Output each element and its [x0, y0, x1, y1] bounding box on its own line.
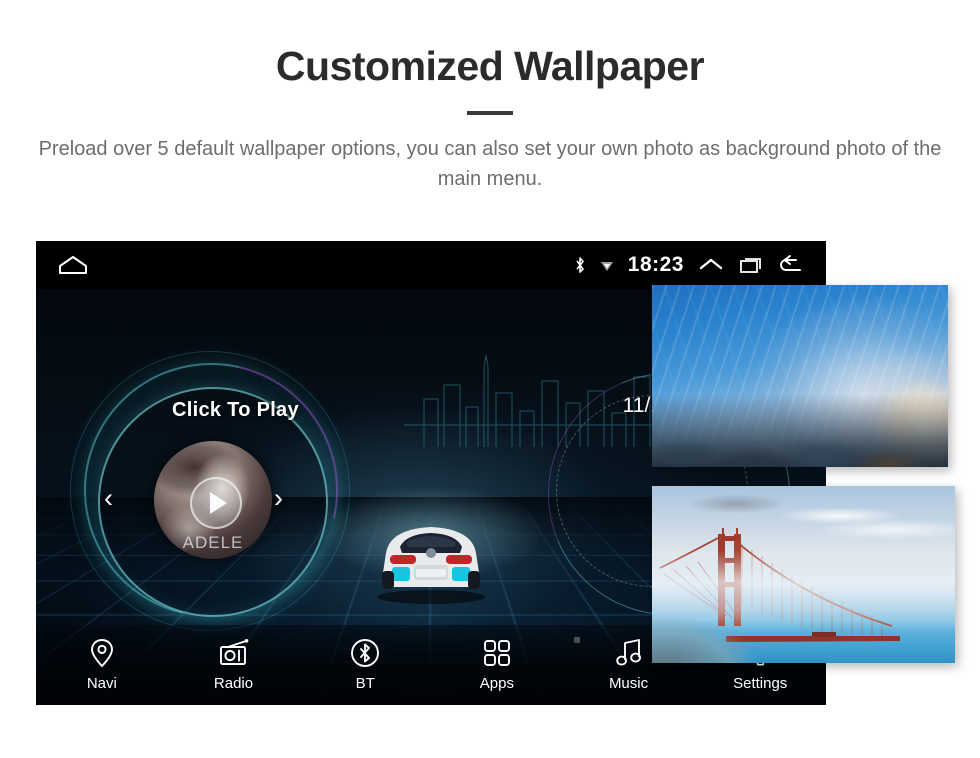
- car-icon: [377, 527, 485, 604]
- status-indicators: 18:23: [574, 253, 826, 277]
- nav-label-apps: Apps: [479, 675, 514, 692]
- recents-icon[interactable]: [738, 255, 764, 275]
- page-subtitle: Preload over 5 default wallpaper options…: [38, 138, 942, 191]
- bluetooth-icon: [574, 256, 586, 275]
- home-icon: [59, 256, 87, 274]
- radio-icon: [218, 638, 250, 668]
- ice-cave-wallpaper[interactable]: [652, 285, 948, 467]
- album-art[interactable]: ADELE: [154, 441, 272, 559]
- status-time: 18:23: [627, 253, 684, 276]
- grid-apps-icon: [483, 638, 511, 668]
- nav-item-navi[interactable]: Navi: [36, 638, 168, 692]
- play-icon: [210, 492, 227, 514]
- signal-icon: [600, 258, 614, 272]
- nav-item-radio[interactable]: Radio: [168, 638, 300, 692]
- nav-item-apps[interactable]: Apps: [431, 638, 563, 692]
- nav-label-navi: Navi: [86, 675, 117, 692]
- next-track-button[interactable]: ›: [274, 485, 283, 512]
- bridge-hillside: [652, 581, 780, 663]
- nav-label-bt: BT: [355, 675, 375, 692]
- status-bar: 18:23: [36, 241, 826, 289]
- chevron-up-icon[interactable]: [698, 256, 724, 274]
- bluetooth-circle-icon: [350, 638, 380, 668]
- nav-item-bt[interactable]: BT: [299, 638, 431, 692]
- title-divider: [467, 111, 513, 116]
- page-header: Customized Wallpaper Preload over 5 defa…: [0, 0, 980, 195]
- album-title: ADELE: [182, 533, 244, 552]
- music-note-icon: [615, 638, 643, 668]
- previous-track-button[interactable]: ‹: [104, 485, 113, 512]
- click-to-play-label: Click To Play: [172, 399, 299, 421]
- ice-cave-rocks: [652, 394, 948, 467]
- home-button[interactable]: [58, 255, 88, 275]
- page-title: Customized Wallpaper: [275, 43, 705, 89]
- golden-gate-bridge-wallpaper[interactable]: [652, 486, 955, 663]
- nav-label-music: Music: [608, 675, 649, 692]
- bridge-photo: [652, 486, 955, 663]
- back-arrow-icon[interactable]: [778, 255, 804, 275]
- play-button[interactable]: [190, 477, 242, 529]
- map-pin-icon: [89, 638, 115, 668]
- nav-label-radio: Radio: [213, 675, 254, 692]
- ice-cave-photo: [652, 285, 948, 467]
- nav-label-settings: Settings: [733, 675, 788, 692]
